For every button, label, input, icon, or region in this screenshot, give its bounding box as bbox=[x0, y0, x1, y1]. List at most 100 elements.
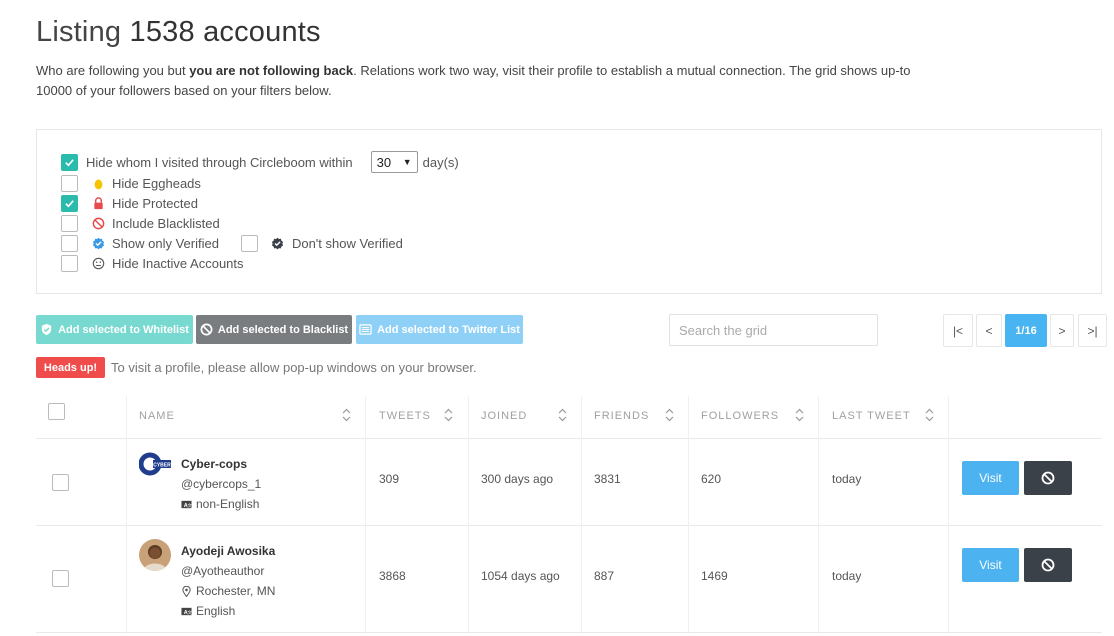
cell-friends: 3831 bbox=[594, 472, 621, 486]
hide-eggheads-label: Hide Eggheads bbox=[112, 175, 201, 191]
visit-button[interactable]: Visit bbox=[962, 548, 1019, 582]
pager-prev[interactable]: < bbox=[976, 314, 1002, 347]
include-blacklisted-label: Include Blacklisted bbox=[112, 215, 220, 231]
visit-button[interactable]: Visit bbox=[962, 461, 1019, 495]
neutral-face-icon bbox=[91, 256, 105, 270]
check-icon bbox=[65, 158, 74, 166]
filter-hide-eggheads: Hide Eggheads bbox=[61, 174, 201, 192]
show-only-verified-checkbox[interactable] bbox=[61, 234, 78, 252]
user-language-text: non-English bbox=[196, 497, 260, 511]
language-icon: A文 bbox=[181, 500, 192, 508]
cell-friends: 887 bbox=[594, 569, 615, 583]
twitter-list-button-label: Add selected to Twitter List bbox=[377, 323, 520, 336]
avatar[interactable] bbox=[139, 539, 171, 571]
row-select-checkbox[interactable] bbox=[52, 570, 69, 587]
column-header-last-tweet[interactable]: LAST TWEET bbox=[832, 410, 911, 422]
user-location-text: Rochester, MN bbox=[196, 584, 276, 598]
table-row: Ayodeji Awosika @Ayotheauthor Rochester,… bbox=[36, 526, 1102, 633]
hide-eggheads-checkbox[interactable] bbox=[61, 174, 78, 192]
add-to-whitelist-button[interactable]: Add selected to Whitelist bbox=[36, 315, 193, 344]
search-grid-input[interactable] bbox=[669, 314, 878, 346]
table-row: CYBER Cyber-cops @cybercops_1 A文 non-Eng… bbox=[36, 439, 1102, 526]
page-title: Listing 1538 accounts bbox=[36, 16, 321, 49]
column-header-tweets[interactable]: TWEETS bbox=[379, 410, 431, 422]
page-title-count: 1538 accounts bbox=[129, 16, 321, 48]
ban-icon bbox=[91, 216, 105, 230]
sort-icon[interactable] bbox=[925, 408, 934, 422]
svg-text:文: 文 bbox=[187, 608, 192, 615]
verified-dark-icon bbox=[271, 236, 285, 250]
filter-hide-visited: Hide whom I visited through Circleboom w… bbox=[61, 151, 459, 173]
include-blacklisted-checkbox[interactable] bbox=[61, 214, 78, 232]
sort-icon[interactable] bbox=[444, 408, 453, 422]
page-subtitle: Who are following you but you are not fo… bbox=[36, 61, 916, 101]
filter-include-blacklisted: Include Blacklisted bbox=[61, 214, 220, 232]
sort-icon[interactable] bbox=[558, 408, 567, 422]
days-unit-label: day(s) bbox=[422, 154, 459, 170]
heads-up-badge: Heads up! bbox=[36, 357, 105, 378]
subtitle-text: Who are following you but bbox=[36, 63, 190, 78]
sort-icon[interactable] bbox=[665, 408, 674, 422]
verified-badge-icon bbox=[91, 236, 105, 250]
user-name[interactable]: Ayodeji Awosika bbox=[181, 544, 275, 558]
add-to-twitter-list-button[interactable]: Add selected to Twitter List bbox=[356, 315, 523, 344]
cell-tweets: 309 bbox=[379, 472, 400, 486]
blacklist-user-button[interactable] bbox=[1024, 548, 1072, 582]
days-select-value: 30 bbox=[376, 154, 392, 170]
user-handle[interactable]: @cybercops_1 bbox=[181, 477, 261, 491]
subtitle-bold: you are not following back bbox=[189, 63, 354, 78]
svg-text:文: 文 bbox=[187, 501, 192, 508]
hide-inactive-checkbox[interactable] bbox=[61, 254, 78, 272]
caret-down-icon: ▼ bbox=[402, 157, 412, 167]
pager-last[interactable]: >| bbox=[1078, 314, 1107, 347]
page-title-prefix: Listing bbox=[36, 16, 122, 48]
cell-tweets: 3868 bbox=[379, 569, 406, 583]
cell-followers: 1469 bbox=[701, 569, 728, 583]
hide-visited-checkbox[interactable] bbox=[61, 153, 78, 171]
svg-text:CYBER: CYBER bbox=[153, 462, 171, 468]
column-header-name[interactable]: NAME bbox=[139, 410, 175, 422]
table-header: NAME TWEETS JOINED FRIENDS FOLLOWERS LAS… bbox=[36, 396, 1102, 439]
cell-last-tweet: today bbox=[832, 569, 862, 583]
heads-up-text: To visit a profile, please allow pop-up … bbox=[111, 360, 477, 375]
show-only-verified-label: Show only Verified bbox=[112, 235, 219, 251]
column-header-followers[interactable]: FOLLOWERS bbox=[701, 410, 779, 422]
dont-show-verified-checkbox[interactable] bbox=[240, 234, 258, 252]
ban-icon bbox=[200, 323, 213, 336]
filter-hide-protected: Hide Protected bbox=[61, 194, 198, 212]
egg-icon bbox=[91, 176, 105, 190]
user-location: Rochester, MN bbox=[181, 584, 275, 598]
add-to-blacklist-button[interactable]: Add selected to Blacklist bbox=[196, 315, 352, 344]
map-pin-icon bbox=[182, 585, 191, 597]
column-header-friends[interactable]: FRIENDS bbox=[594, 410, 649, 422]
avatar[interactable]: CYBER bbox=[139, 452, 173, 476]
cell-last-tweet: today bbox=[832, 472, 862, 486]
filter-verified: Show only Verified Don't show Verified bbox=[61, 234, 403, 252]
cell-joined: 300 days ago bbox=[481, 472, 554, 486]
days-select[interactable]: 30 ▼ bbox=[370, 151, 418, 173]
hide-protected-checkbox[interactable] bbox=[61, 194, 78, 212]
hide-visited-label: Hide whom I visited through Circleboom w… bbox=[86, 154, 353, 170]
sort-icon[interactable] bbox=[795, 408, 804, 422]
user-language-text: English bbox=[196, 604, 236, 618]
user-name[interactable]: Cyber-cops bbox=[181, 457, 247, 471]
user-language: A文 non-English bbox=[181, 497, 259, 511]
row-select-checkbox[interactable] bbox=[52, 474, 69, 491]
dont-show-verified-label: Don't show Verified bbox=[291, 235, 403, 251]
whitelist-button-label: Add selected to Whitelist bbox=[58, 323, 189, 336]
pager-next[interactable]: > bbox=[1050, 314, 1074, 347]
list-icon bbox=[359, 324, 372, 335]
check-icon bbox=[65, 199, 74, 207]
user-handle[interactable]: @Ayotheauthor bbox=[181, 564, 264, 578]
pager-current[interactable]: 1/16 bbox=[1005, 314, 1047, 347]
column-header-joined[interactable]: JOINED bbox=[481, 410, 527, 422]
blacklist-button-label: Add selected to Blacklist bbox=[217, 323, 349, 336]
pager-first[interactable]: |< bbox=[943, 314, 973, 347]
user-language: A文 English bbox=[181, 604, 235, 618]
shield-check-icon bbox=[41, 323, 52, 336]
select-all-checkbox[interactable] bbox=[48, 403, 65, 420]
sort-icon[interactable] bbox=[342, 408, 351, 422]
ban-icon bbox=[1041, 471, 1055, 485]
hide-inactive-label: Hide Inactive Accounts bbox=[112, 255, 244, 271]
blacklist-user-button[interactable] bbox=[1024, 461, 1072, 495]
